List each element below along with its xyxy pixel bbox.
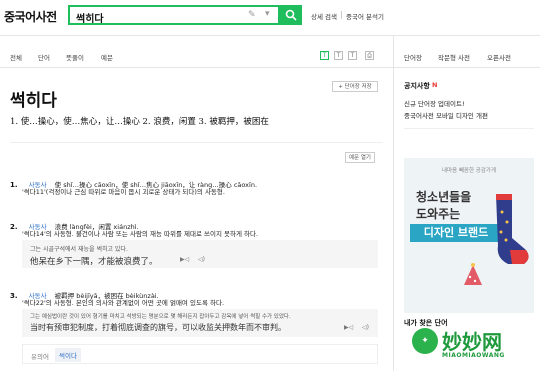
watermark-subtext: MIAOMIAOWANG (442, 352, 505, 359)
new-badge: N (432, 81, 438, 89)
notice-title[interactable]: 공지사항 (404, 81, 430, 91)
chinese-analyzer-link[interactable]: 중국어 분석기 (346, 11, 384, 21)
open-dict-link[interactable]: 오픈사전 (487, 52, 511, 62)
sidebar-tabs-divider (393, 67, 540, 68)
sense-description: '썩다22'의 사동형. 본인의 의사와 관계없이 어떤 곳에 얽매여 있도록 … (22, 299, 225, 307)
sense-number: 3. (10, 292, 18, 300)
handwriting-icon[interactable]: ✎ (248, 10, 256, 20)
watermark-text: 妙妙网 (442, 330, 502, 354)
composition-dict-link[interactable]: 작문형 사전 (438, 52, 470, 62)
search-input[interactable]: 썩히다 ✎ ▾ (68, 5, 280, 25)
notice-item[interactable]: 중국어사전 모바일 디자인 개편 (404, 110, 488, 120)
search-icon (285, 9, 297, 21)
ad-headline: 도와주는 (416, 207, 461, 221)
play-audio-icon[interactable]: ▶◁ (344, 324, 353, 331)
sense-description: '썩다11'(걱정이나 근심 따위로 마음이 몹시 괴로운 상태가 되다)의 사… (22, 188, 225, 196)
watermark-logo: ✦ 妙妙网 MIAOMIAOWANG (412, 324, 540, 371)
example-chinese: 他呆在乡下一隅，才能被浪费了。 (30, 257, 158, 267)
sense-number: 2. (10, 223, 18, 231)
related-word-link[interactable]: 썩이다 (55, 348, 81, 362)
related-words-box: 유의어 썩이다 (22, 344, 378, 364)
example-chinese: 当时有预审犯制度，打着彻底调查的旗号，可以收监关押数年而不审判。 (30, 323, 286, 332)
header-divider (0, 35, 540, 36)
notice-divider (404, 128, 534, 129)
sidebar-divider (393, 36, 394, 371)
sock-image (496, 194, 529, 264)
tabs-divider (0, 67, 393, 68)
tab-meaning[interactable]: 뜻풀이 (66, 52, 84, 62)
play-audio-icon[interactable]: ▶◁ (180, 256, 189, 263)
summary-divider (10, 142, 383, 143)
notice-item[interactable]: 신규 단어장 업데이트! (404, 98, 465, 108)
related-label: 유의어 (31, 353, 49, 361)
font-size-medium-button[interactable]: T (334, 51, 343, 60)
dropdown-icon[interactable]: ▾ (265, 9, 270, 19)
party-hat-image (464, 263, 482, 285)
vocab-link[interactable]: 단어장 (404, 52, 422, 62)
ad-banner[interactable]: 내마음 빼꼼한 공감가게 청소년들을 도와주는 디자인 브랜드 (404, 158, 534, 313)
ad-small-text: 내마음 빼꼼한 공감가게 (441, 168, 497, 174)
advanced-search-link[interactable]: 상세 검색 (311, 11, 337, 21)
divider (341, 11, 342, 19)
add-to-vocab-button[interactable]: + 단어장 저장 (332, 81, 378, 92)
open-examples-button[interactable]: 예문 열기 (345, 152, 375, 163)
sense-number: 1. (10, 181, 18, 189)
site-logo[interactable]: 중국어사전 (4, 8, 57, 25)
tab-example[interactable]: 예문 (101, 52, 113, 62)
speaker-icon[interactable]: ◁) (198, 256, 205, 263)
ad-brand-banner: 디자인 브랜드 (410, 224, 502, 242)
tab-all[interactable]: 전체 (10, 52, 22, 62)
entry-word: 썩히다 (10, 91, 57, 111)
sense-description: '썩다14'의 사동형. 물건이나 사람 또는 사람의 재능 따위를 제대로 쓰… (22, 230, 259, 238)
example-box: 그는 예심법이란 것이 있어 형기를 마치고 석방되는 명분으로 몇 해라든지 … (22, 309, 378, 337)
font-size-large-button[interactable]: T (348, 51, 357, 60)
print-icon[interactable]: ⎙ (365, 51, 374, 60)
example-box: 그는 시골구석에서 재능을 썩히고 있다. 他呆在乡下一隅，才能被浪费了。 ▶◁… (22, 240, 378, 268)
ad-headline: 청소년들을 (416, 190, 472, 204)
search-input-value: 썩히다 (76, 14, 104, 25)
entry-summary: 1. 使…操心，使…焦心，让…操心 2. 浪费，闲置 3. 被羁押，被困在 (10, 117, 269, 127)
search-button[interactable] (280, 5, 302, 25)
example-korean: 그는 시골구석에서 재능을 썩히고 있다. (30, 246, 128, 253)
tab-word[interactable]: 단어 (38, 52, 50, 62)
speaker-icon[interactable]: ◁) (362, 324, 369, 331)
watermark-icon: ✦ (412, 328, 438, 354)
font-size-small-button[interactable]: T (320, 51, 329, 60)
example-korean: 그는 예심법이란 것이 있어 형기를 마치고 석방되는 명분으로 몇 해라든지 … (30, 314, 291, 320)
